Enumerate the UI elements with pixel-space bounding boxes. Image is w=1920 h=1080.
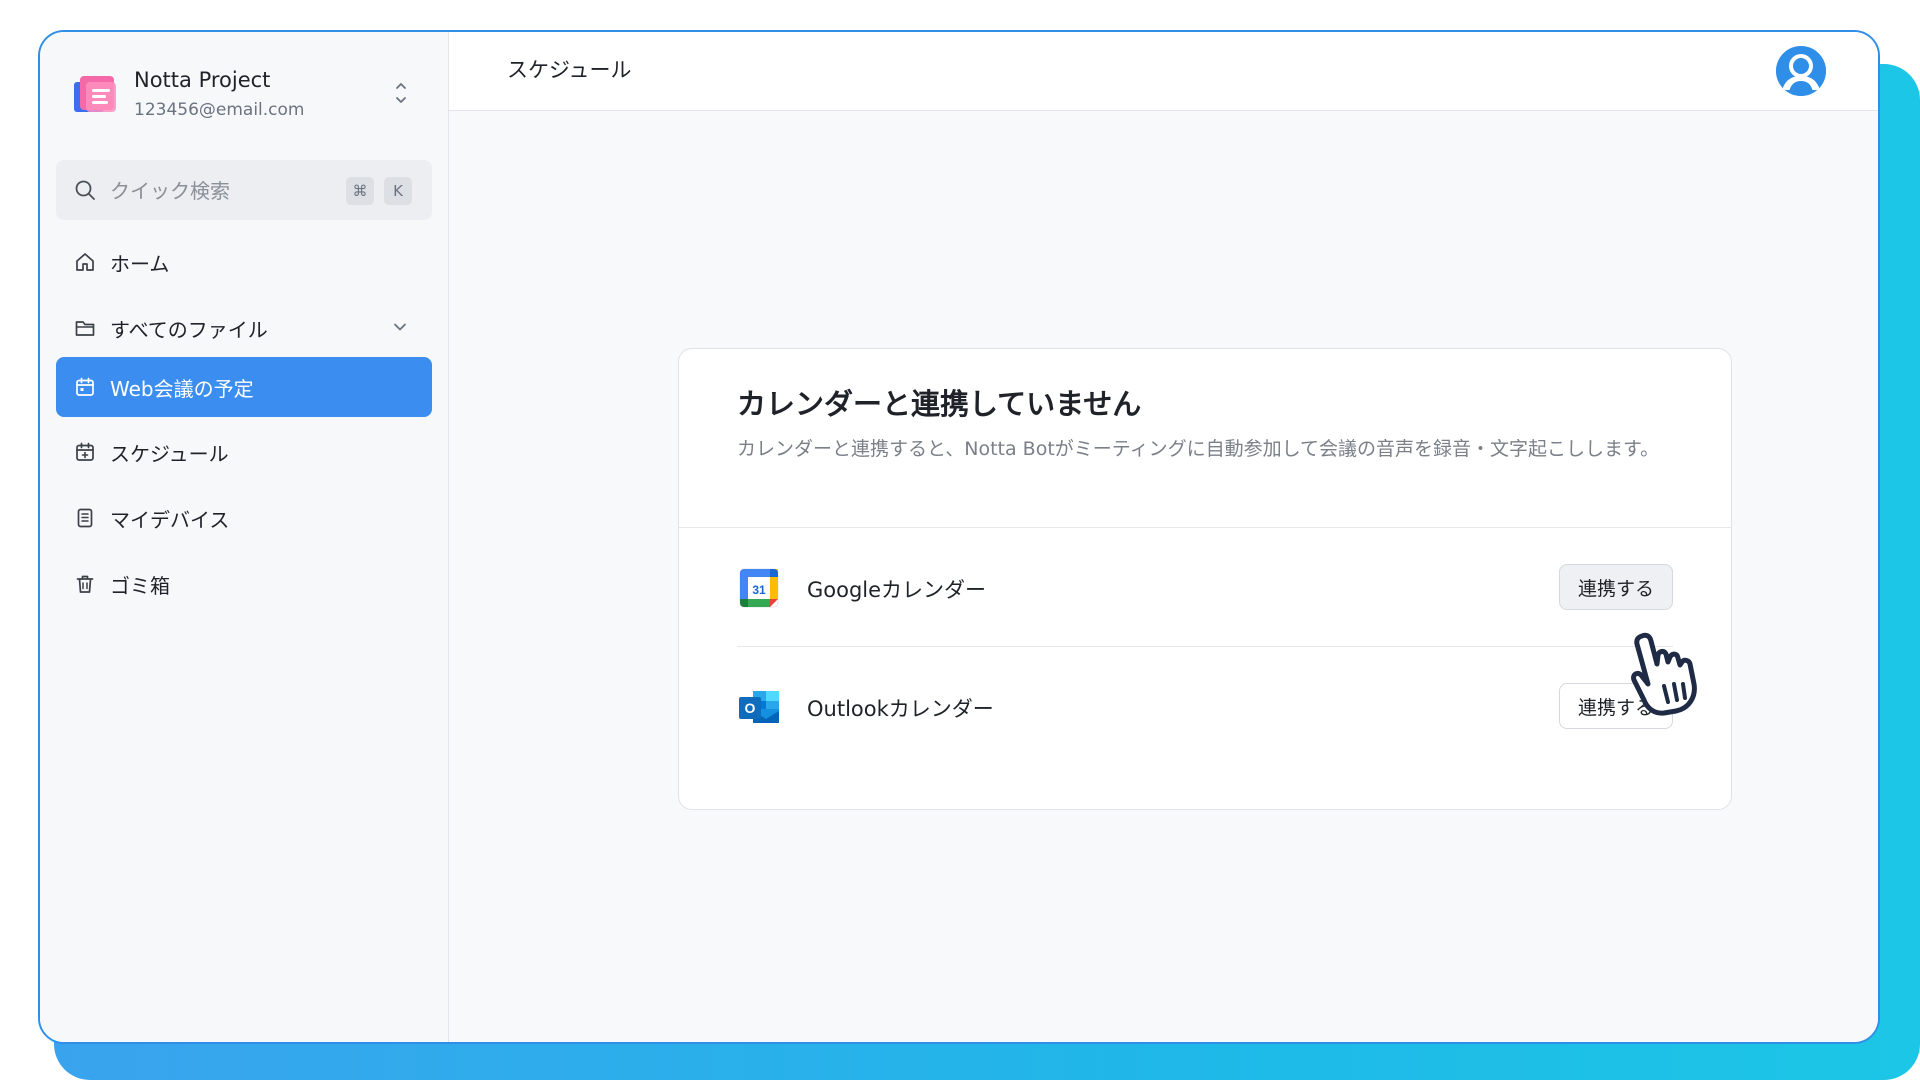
sidebar-item-all-files[interactable]: すべてのファイル bbox=[56, 298, 432, 358]
sidebar-item-label: ホーム bbox=[110, 251, 170, 276]
project-switcher[interactable]: Notta Project 123456@email.com bbox=[72, 62, 412, 132]
sidebar-item-trash[interactable]: ゴミ箱 bbox=[56, 554, 432, 614]
calendar-plus-icon bbox=[76, 442, 94, 461]
svg-text:31: 31 bbox=[752, 583, 766, 597]
connect-google-button[interactable]: 連携する bbox=[1558, 564, 1673, 610]
trash-icon bbox=[76, 575, 94, 593]
top-bar: スケジュール bbox=[449, 32, 1878, 111]
user-avatar-icon bbox=[1776, 46, 1826, 96]
sidebar-item-label: マイデバイス bbox=[110, 507, 230, 532]
page-title: スケジュール bbox=[507, 58, 632, 82]
search-input[interactable] bbox=[108, 174, 332, 208]
chevron-down-icon[interactable] bbox=[390, 317, 410, 337]
integration-row-outlook: O Outlookカレンダー 連携する bbox=[737, 647, 1673, 765]
quick-search[interactable]: ⌘ K bbox=[56, 160, 432, 220]
google-calendar-icon: 31 bbox=[739, 568, 779, 608]
notta-logo-icon bbox=[74, 76, 116, 112]
project-email: 123456@email.com bbox=[134, 100, 305, 120]
home-icon bbox=[76, 253, 94, 271]
sidebar-item-label: すべてのファイル bbox=[110, 317, 268, 342]
sidebar-item-label: Web会議の予定 bbox=[110, 376, 254, 401]
sidebar: Notta Project 123456@email.com ⌘ K ホーム bbox=[40, 32, 449, 1042]
card-description: カレンダーと連携すると、Notta Botがミーティングに自動参加して会議の音声… bbox=[737, 438, 1660, 460]
integration-row-google: 31 Googleカレンダー 連携する bbox=[737, 528, 1673, 646]
shortcut-k-key: K bbox=[384, 177, 412, 205]
integration-name: Googleカレンダー bbox=[807, 578, 987, 602]
card-title: カレンダーと連携していません bbox=[737, 387, 1142, 421]
hand-pointer-cursor-icon bbox=[1631, 632, 1697, 716]
avatar[interactable] bbox=[1776, 46, 1826, 96]
integration-name: Outlookカレンダー bbox=[807, 697, 994, 721]
sidebar-item-label: スケジュール bbox=[110, 441, 229, 466]
sidebar-item-home[interactable]: ホーム bbox=[56, 232, 432, 292]
project-name: Notta Project bbox=[134, 68, 271, 92]
calendar-icon bbox=[76, 377, 94, 396]
sidebar-item-schedule[interactable]: スケジュール bbox=[56, 422, 432, 482]
search-icon bbox=[75, 180, 95, 200]
chevron-up-down-icon[interactable] bbox=[390, 72, 412, 112]
device-icon bbox=[77, 508, 93, 528]
folder-icon bbox=[75, 321, 95, 336]
app-window: Notta Project 123456@email.com ⌘ K ホーム bbox=[38, 30, 1880, 1044]
sidebar-item-label: ゴミ箱 bbox=[110, 573, 170, 598]
svg-text:O: O bbox=[745, 700, 756, 716]
sidebar-item-web-meetings[interactable]: Web会議の予定 bbox=[56, 357, 432, 417]
sidebar-item-my-devices[interactable]: マイデバイス bbox=[56, 488, 432, 548]
outlook-icon: O bbox=[739, 691, 779, 723]
calendar-integration-card: カレンダーと連携していません カレンダーと連携すると、Notta Botがミーテ… bbox=[678, 348, 1732, 810]
shortcut-cmd-key: ⌘ bbox=[346, 177, 374, 205]
main-content: スケジュール カレンダーと連携していません カレンダーと連携すると、Notta … bbox=[449, 32, 1878, 1042]
